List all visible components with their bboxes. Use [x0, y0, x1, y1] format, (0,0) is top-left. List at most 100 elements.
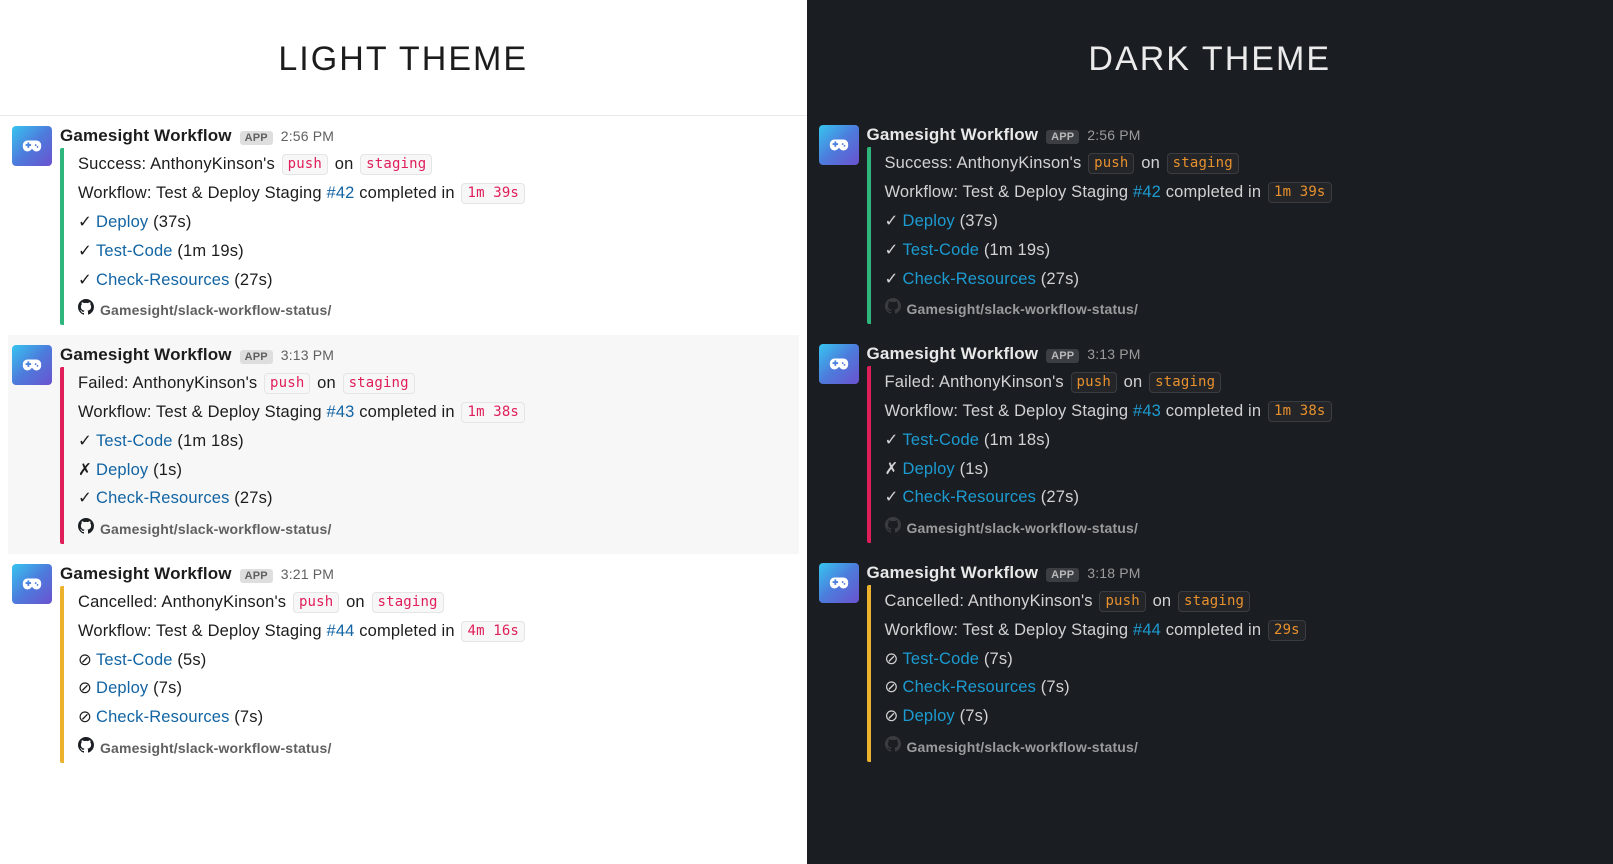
job-status-icon: ⊘ [885, 702, 899, 731]
job-duration: (1s) [960, 460, 989, 478]
job-item: ⊘Deploy (7s) [78, 674, 385, 703]
status-verb: Cancelled: [885, 592, 965, 610]
status-line: Failed: AnthonyKinson's push on staging [885, 368, 1602, 397]
job-link[interactable]: Check-Resources [96, 489, 230, 507]
job-item: ✓Check-Resources (27s) [78, 484, 385, 513]
repo-name[interactable]: Gamesight/slack-workflow-status/ [100, 298, 332, 323]
avatar-icon[interactable] [12, 126, 52, 166]
repo-name[interactable]: Gamesight/slack-workflow-status/ [907, 735, 1139, 760]
job-item: ✓Deploy (37s) [78, 208, 385, 237]
run-number-link[interactable]: #42 [1133, 183, 1161, 201]
job-link[interactable]: Test-Code [96, 651, 173, 669]
run-number-link[interactable]: #44 [326, 622, 354, 640]
repo-name[interactable]: Gamesight/slack-workflow-status/ [100, 736, 332, 761]
job-status-icon: ⊘ [78, 674, 92, 703]
job-link[interactable]: Check-Resources [96, 708, 230, 726]
event-tag: push [264, 373, 310, 394]
message: Gamesight Workflow APP 3:13 PM Failed: Anth… [815, 334, 1606, 553]
job-duration: (7s) [153, 679, 182, 697]
sender-name[interactable]: Gamesight Workflow [867, 344, 1039, 364]
job-link[interactable]: Test-Code [96, 432, 173, 450]
sender-name[interactable]: Gamesight Workflow [60, 564, 232, 584]
job-item: ✗Deploy (1s) [885, 455, 1192, 484]
event-tag: push [1071, 372, 1117, 393]
avatar-icon[interactable] [12, 345, 52, 385]
sender-name[interactable]: Gamesight Workflow [867, 125, 1039, 145]
timestamp[interactable]: 2:56 PM [281, 128, 334, 144]
branch-tag: staging [343, 373, 415, 394]
workflow-name: Test & Deploy Staging [963, 183, 1129, 201]
avatar-icon[interactable] [12, 564, 52, 604]
workflow-line: Workflow: Test & Deploy Staging #43 comp… [885, 397, 1602, 426]
status-line: Failed: AnthonyKinson's push on staging [78, 369, 795, 398]
sender-name[interactable]: Gamesight Workflow [60, 126, 232, 146]
status-line: Cancelled: AnthonyKinson's push on stagi… [885, 587, 1602, 616]
attachment: Success: AnthonyKinson's push on staging… [60, 148, 795, 325]
job-link[interactable]: Deploy [903, 460, 955, 478]
message-header: Gamesight WorkflowAPP3:13 PM [60, 345, 795, 365]
job-status-icon: ✓ [78, 237, 92, 266]
job-duration: (5s) [177, 651, 206, 669]
job-link[interactable]: Check-Resources [903, 488, 1037, 506]
job-link[interactable]: Check-Resources [903, 678, 1037, 696]
event-tag: push [1099, 591, 1145, 612]
job-link[interactable]: Test-Code [96, 242, 173, 260]
completed-word: completed in [359, 403, 454, 421]
sender-name[interactable]: Gamesight Workflow [60, 345, 232, 365]
job-status-icon: ⊘ [885, 673, 899, 702]
run-number-link[interactable]: #43 [1133, 402, 1161, 420]
timestamp[interactable]: 3:18 PM [1087, 565, 1140, 581]
job-link[interactable]: Test-Code [903, 431, 980, 449]
run-number-link[interactable]: #42 [326, 184, 354, 202]
job-link[interactable]: Check-Resources [96, 271, 230, 289]
job-status-icon: ✓ [885, 426, 899, 455]
job-item: ✓Check-Resources (27s) [885, 483, 1192, 512]
message-header: Gamesight WorkflowAPP2:56 PM [60, 126, 795, 146]
run-number-link[interactable]: #43 [326, 403, 354, 421]
timestamp[interactable]: 3:21 PM [281, 566, 334, 582]
job-link[interactable]: Check-Resources [903, 270, 1037, 288]
app-badge: APP [1046, 349, 1079, 363]
message-body: Gamesight WorkflowAPP3:13 PMFailed: Anth… [60, 345, 795, 544]
actor: AnthonyKinson's [968, 592, 1093, 610]
avatar-icon[interactable] [819, 563, 859, 603]
timestamp[interactable]: 3:13 PM [1087, 346, 1140, 362]
duration-tag: 29s [1268, 620, 1306, 641]
event-tag: push [293, 592, 339, 613]
job-status-icon: ⊘ [78, 646, 92, 675]
job-link[interactable]: Deploy [96, 213, 148, 231]
completed-word: completed in [1166, 402, 1261, 420]
job-link[interactable]: Test-Code [903, 650, 980, 668]
job-link[interactable]: Test-Code [903, 241, 980, 259]
on-word: on [1141, 154, 1160, 172]
attachment: Success: AnthonyKinson's push on staging… [867, 147, 1602, 324]
light-title: LIGHT THEME [0, 0, 807, 115]
timestamp[interactable]: 3:13 PM [281, 347, 334, 363]
timestamp[interactable]: 2:56 PM [1087, 127, 1140, 143]
job-duration: (7s) [960, 707, 989, 725]
job-item: ✓Check-Resources (27s) [885, 265, 1192, 294]
job-item: ✓Test-Code (1m 18s) [885, 426, 1192, 455]
repo-name[interactable]: Gamesight/slack-workflow-status/ [100, 517, 332, 542]
avatar-icon[interactable] [819, 125, 859, 165]
job-list: ⊘Test-Code (5s)⊘Deploy (7s)⊘Check-Resour… [78, 646, 718, 733]
attachment: Failed: AnthonyKinson's push on stagingW… [60, 367, 795, 544]
job-item: ✓Test-Code (1m 18s) [78, 427, 385, 456]
repo-name[interactable]: Gamesight/slack-workflow-status/ [907, 297, 1139, 322]
message-body: Gamesight Workflow APP 3:13 PM Failed: Anth… [867, 344, 1602, 543]
job-status-icon: ✓ [885, 207, 899, 236]
job-link[interactable]: Deploy [903, 707, 955, 725]
attachment: Cancelled: AnthonyKinson's push on stagi… [60, 586, 795, 763]
job-link[interactable]: Deploy [96, 679, 148, 697]
job-link[interactable]: Deploy [903, 212, 955, 230]
job-link[interactable]: Deploy [96, 461, 148, 479]
repo-name[interactable]: Gamesight/slack-workflow-status/ [907, 516, 1139, 541]
workflow-line: Workflow: Test & Deploy Staging #43 comp… [78, 398, 795, 427]
duration-tag: 1m 38s [1268, 401, 1332, 422]
avatar-icon[interactable] [819, 344, 859, 384]
run-number-link[interactable]: #44 [1133, 621, 1161, 639]
repo-footer: Gamesight/slack-workflow-status/ [885, 735, 1602, 760]
message-body: Gamesight WorkflowAPP3:18 PMCancelled: A… [867, 563, 1602, 762]
sender-name[interactable]: Gamesight Workflow [867, 563, 1039, 583]
job-item: ✓Test-Code (1m 19s) [78, 237, 385, 266]
